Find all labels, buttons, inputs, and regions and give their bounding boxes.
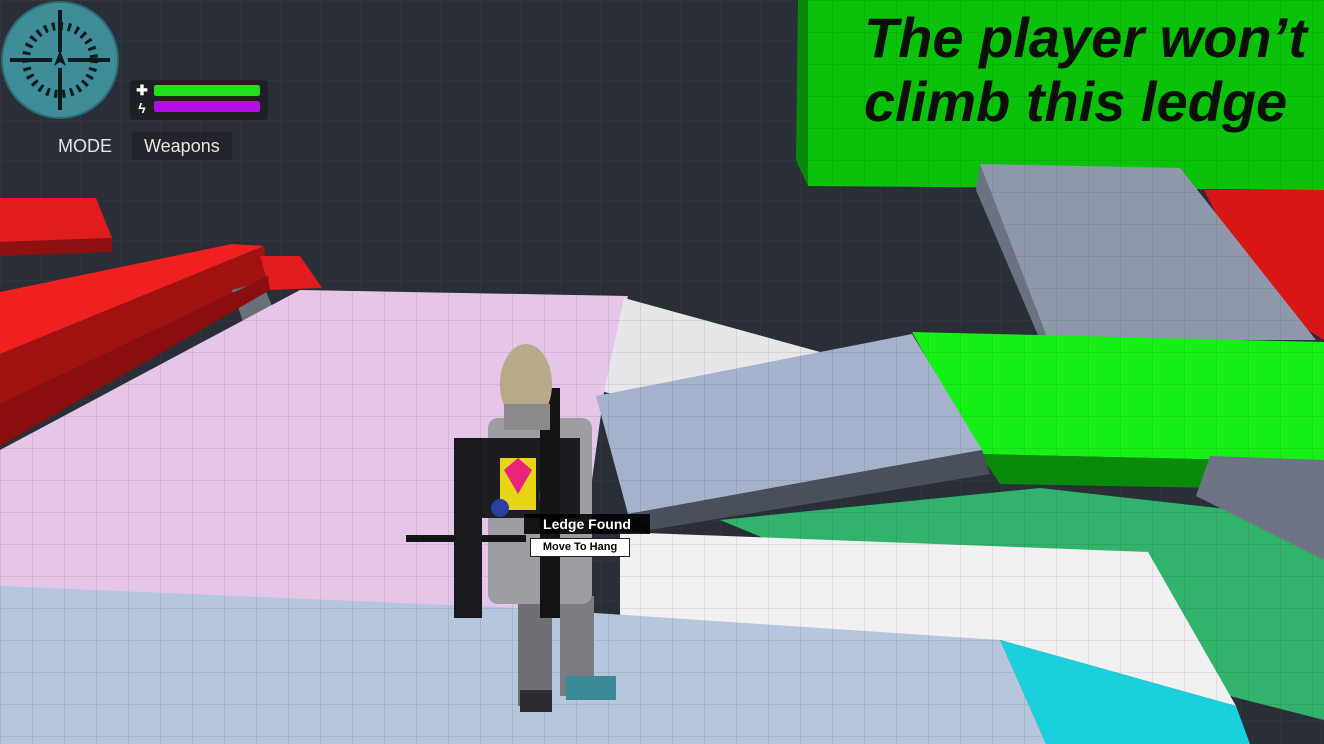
mode-label: MODE: [58, 136, 112, 156]
energy-bar: [154, 101, 260, 112]
world-sign-text: The player won’t climb this ledge: [864, 6, 1307, 133]
energy-bar-fill: [154, 101, 260, 112]
radar-minimap: [1, 1, 119, 119]
health-bar: [154, 85, 260, 96]
game-viewport[interactable]: ✚ ϟ MODE Weapons The player won’t climb …: [0, 0, 1324, 744]
status-bars: ✚ ϟ: [130, 80, 268, 120]
health-bar-fill: [154, 85, 260, 96]
ledge-found-label: Ledge Found: [524, 514, 650, 534]
plus-icon: ✚: [136, 82, 148, 98]
mode-value: Weapons: [132, 132, 232, 160]
lightning-icon: ϟ: [138, 100, 146, 116]
move-to-hang-prompt: Move To Hang: [530, 538, 630, 557]
